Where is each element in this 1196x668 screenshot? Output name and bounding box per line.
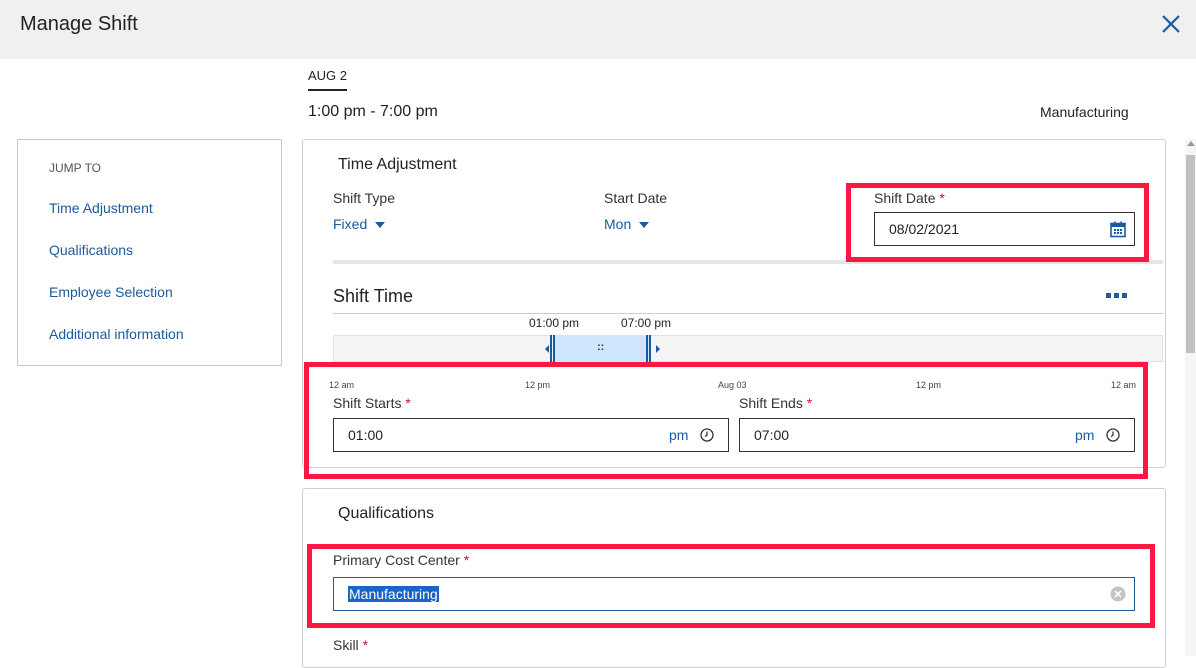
jump-link-time-adjustment[interactable]: Time Adjustment bbox=[49, 200, 153, 216]
jump-to-panel: JUMP TO Time Adjustment Qualifications E… bbox=[17, 139, 282, 366]
chevron-down-icon bbox=[375, 222, 386, 229]
jump-link-additional-information[interactable]: Additional information bbox=[49, 326, 184, 342]
scroll-up-icon[interactable] bbox=[1187, 141, 1195, 146]
start-time-marker: 01:00 pm bbox=[529, 316, 580, 330]
shift-type-value: Fixed bbox=[333, 216, 368, 232]
highlight-box bbox=[304, 362, 1148, 479]
chevron-down-icon bbox=[639, 222, 650, 229]
start-drag-handle[interactable] bbox=[550, 335, 555, 362]
dialog-title: Manage Shift bbox=[20, 13, 138, 35]
header-bar: Manage Shift bbox=[0, 0, 1196, 59]
jump-link-employee-selection[interactable]: Employee Selection bbox=[49, 284, 173, 300]
skill-label: Skill * bbox=[333, 637, 369, 653]
chevron-left-icon[interactable] bbox=[545, 345, 549, 353]
jump-to-heading: JUMP TO bbox=[49, 161, 102, 175]
shift-cost-center: Manufacturing bbox=[1040, 104, 1129, 120]
tab-date[interactable]: AUG 2 bbox=[308, 68, 348, 91]
highlight-box bbox=[846, 183, 1149, 262]
shift-type-dropdown[interactable]: Fixed bbox=[333, 216, 386, 232]
more-options-icon[interactable] bbox=[1106, 293, 1128, 299]
shift-time-track[interactable] bbox=[333, 335, 1163, 362]
start-date-dropdown[interactable]: Mon bbox=[604, 216, 650, 232]
highlight-box bbox=[307, 544, 1155, 628]
shift-time-range: 1:00 pm - 7:00 pm bbox=[308, 103, 438, 120]
shift-time-title: Shift Time bbox=[333, 286, 414, 306]
start-date-label: Start Date bbox=[604, 190, 668, 206]
start-date-value: Mon bbox=[604, 216, 632, 232]
shift-time-divider bbox=[333, 313, 1163, 314]
grip-icon[interactable]: :: bbox=[597, 341, 604, 353]
scrollbar-thumb[interactable] bbox=[1186, 155, 1195, 353]
end-drag-handle[interactable] bbox=[646, 335, 651, 362]
jump-link-qualifications[interactable]: Qualifications bbox=[49, 242, 133, 258]
qualifications-title: Qualifications bbox=[338, 505, 435, 522]
end-time-marker: 07:00 pm bbox=[621, 316, 672, 330]
close-icon[interactable] bbox=[1158, 10, 1184, 38]
time-adjustment-title: Time Adjustment bbox=[338, 156, 457, 173]
chevron-right-icon[interactable] bbox=[656, 345, 660, 353]
shift-type-label: Shift Type bbox=[333, 190, 396, 206]
